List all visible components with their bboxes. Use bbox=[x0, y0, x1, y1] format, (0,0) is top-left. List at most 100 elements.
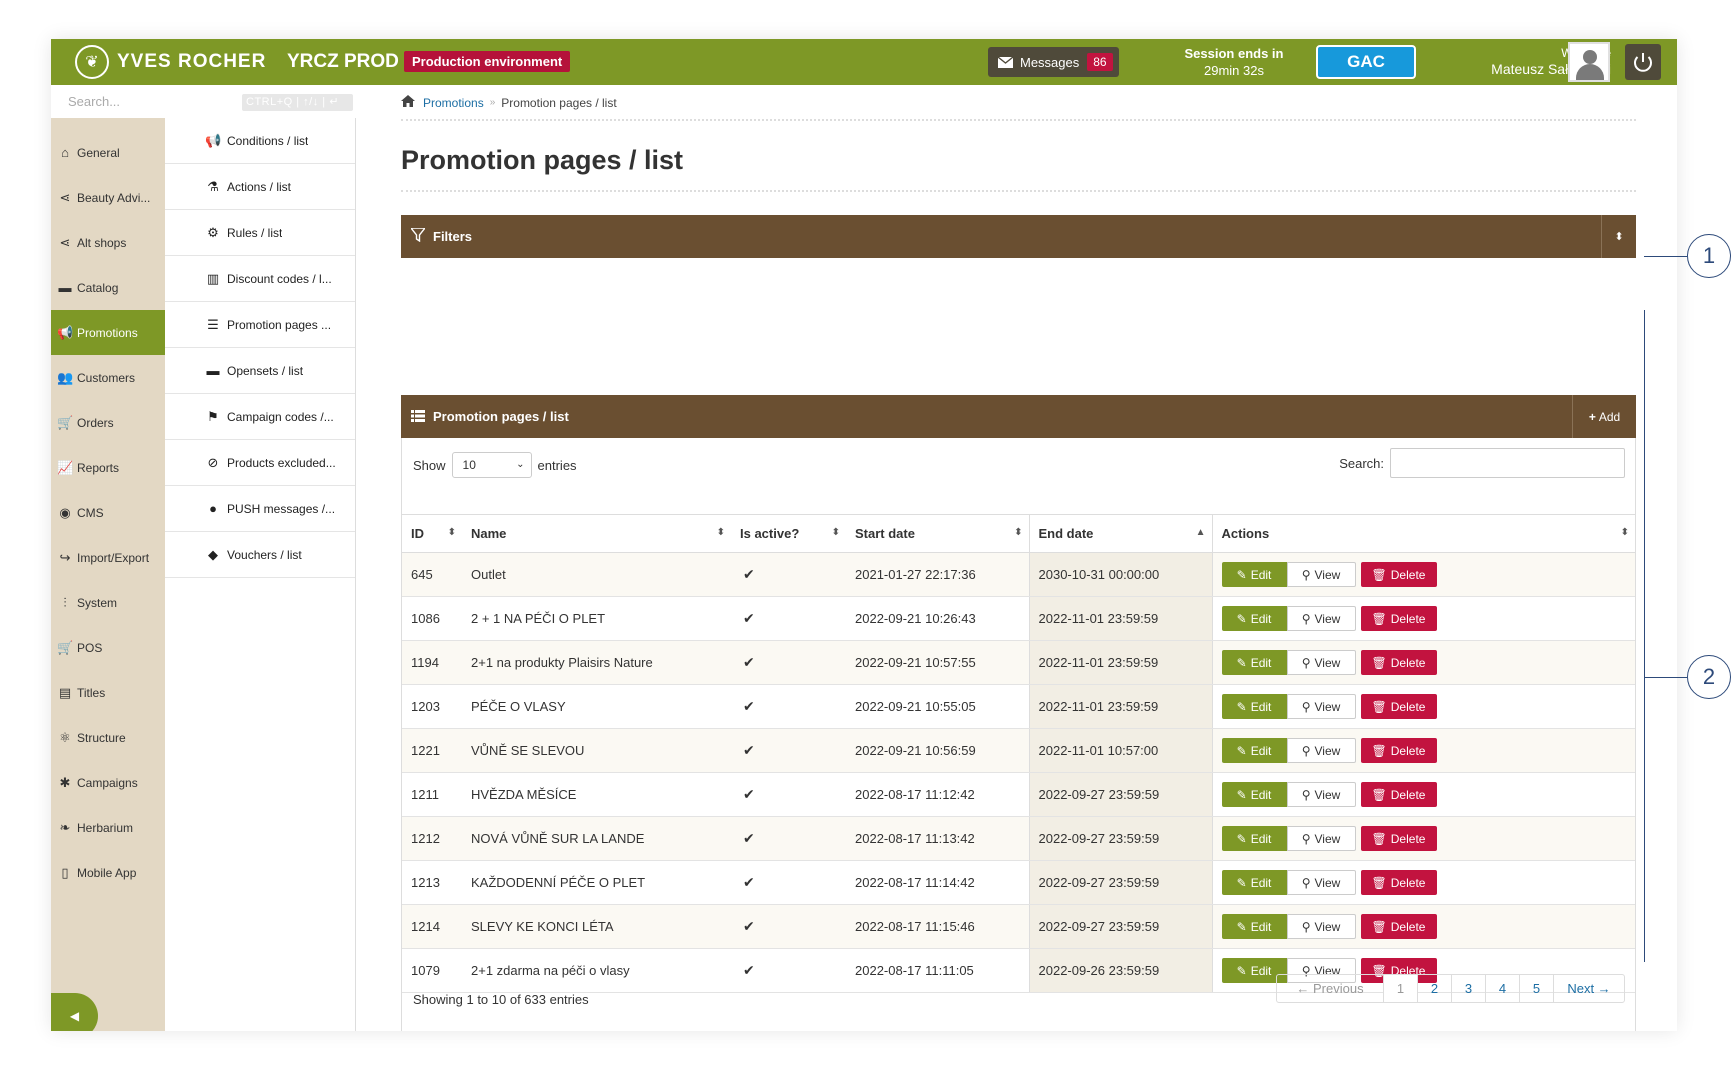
avatar[interactable] bbox=[1568, 42, 1610, 82]
edit-button[interactable]: ✎ Edit bbox=[1221, 694, 1287, 719]
sidebar-item-label: Catalog bbox=[77, 280, 119, 295]
sidebar-item-label: Titles bbox=[77, 685, 106, 700]
edit-button[interactable]: ✎ Edit bbox=[1221, 870, 1287, 895]
sidebar-item-promotions[interactable]: 📢 Promotions bbox=[51, 310, 165, 355]
share-arrow-icon: ↪ bbox=[59, 549, 71, 565]
sidebar-item-reports[interactable]: 📈 Reports bbox=[51, 445, 165, 490]
delete-button[interactable]: 🗑 Delete bbox=[1360, 870, 1437, 895]
power-icon[interactable] bbox=[1625, 44, 1661, 80]
submenu-item-6[interactable]: ▬ Opensets / list bbox=[165, 348, 355, 394]
page-button-5[interactable]: 5 bbox=[1520, 975, 1554, 1002]
gac-button[interactable]: GAC bbox=[1316, 45, 1416, 79]
view-button[interactable]: ⚲ View bbox=[1286, 870, 1356, 895]
sidebar-item-orders[interactable]: 🛒 Orders bbox=[51, 400, 165, 445]
view-button[interactable]: ⚲ View bbox=[1286, 782, 1356, 807]
view-button[interactable]: ⚲ View bbox=[1286, 914, 1356, 939]
messages-button[interactable]: Messages 86 bbox=[988, 47, 1119, 77]
search-icon: ⚲ bbox=[1301, 611, 1311, 626]
view-button[interactable]: ⚲ View bbox=[1286, 694, 1356, 719]
delete-button[interactable]: 🗑 Delete bbox=[1360, 694, 1437, 719]
delete-button[interactable]: 🗑 Delete bbox=[1360, 606, 1437, 631]
submenu-item-10[interactable]: ◆ Vouchers / list bbox=[165, 532, 355, 578]
sidebar-item-system[interactable]: ⫶ System bbox=[51, 580, 165, 625]
column-header-is-active[interactable]: Is active? ⬍ bbox=[731, 514, 846, 553]
view-button[interactable]: ⚲ View bbox=[1286, 826, 1356, 851]
submenu-item-9[interactable]: ● PUSH messages /... bbox=[165, 486, 355, 532]
sidebar-item-structure[interactable]: ⚛ Structure bbox=[51, 715, 165, 760]
sidebar-item-pos[interactable]: 🛒 POS bbox=[51, 625, 165, 670]
sidebar-item-titles[interactable]: ▤ Titles bbox=[51, 670, 165, 715]
column-header-name[interactable]: Name ⬍ bbox=[462, 514, 731, 553]
sidebar-item-import-export[interactable]: ↪ Import/Export bbox=[51, 535, 165, 580]
submenu-item-label: Discount codes / l... bbox=[227, 271, 332, 286]
edit-button[interactable]: ✎ Edit bbox=[1221, 562, 1287, 587]
submenu-item-5[interactable]: ☰ Promotion pages ... bbox=[165, 302, 355, 348]
sidebar-item-general[interactable]: ⌂ General bbox=[51, 130, 165, 175]
delete-button[interactable]: 🗑 Delete bbox=[1360, 738, 1437, 763]
sidebar-item-label: Import/Export bbox=[77, 550, 150, 565]
column-header-start-date[interactable]: Start date ⬍ bbox=[846, 514, 1029, 553]
edit-button[interactable]: ✎ Edit bbox=[1221, 914, 1287, 939]
table-row: 1212 NOVÁ VŮNĚ SUR LA LANDE ✔ 2022-08-17 11… bbox=[402, 816, 1635, 861]
edit-button[interactable]: ✎ Edit bbox=[1221, 650, 1287, 675]
column-header-actions[interactable]: Actions ⬍ bbox=[1212, 514, 1635, 553]
submenu-item-1[interactable]: 📢 Conditions / list bbox=[165, 118, 355, 164]
cell-id: 1086 bbox=[402, 596, 462, 641]
trash-icon: 🗑 bbox=[1371, 699, 1387, 714]
view-button[interactable]: ⚲ View bbox=[1286, 606, 1356, 631]
sidebar-item-alt-shops[interactable]: ⋖ Alt shops bbox=[51, 220, 165, 265]
column-header-id[interactable]: ID ⬍ bbox=[402, 514, 462, 553]
sidebar-item-campaigns[interactable]: ✱ Campaigns bbox=[51, 760, 165, 805]
filters-panel-header[interactable]: Filters ⬍ bbox=[401, 215, 1636, 258]
next-page-button[interactable]: Next → bbox=[1554, 975, 1624, 1002]
breadcrumb-link-promotions[interactable]: Promotions bbox=[423, 96, 484, 110]
page-button-1[interactable]: 1 bbox=[1384, 975, 1418, 1002]
sidebar-item-label: Orders bbox=[77, 415, 114, 430]
pencil-icon: ✎ bbox=[1236, 567, 1247, 582]
sidebar-item-cms[interactable]: ◉ CMS bbox=[51, 490, 165, 535]
view-button[interactable]: ⚲ View bbox=[1286, 562, 1356, 587]
submenu-item-7[interactable]: ⚑ Campaign codes /... bbox=[165, 394, 355, 440]
edit-button[interactable]: ✎ Edit bbox=[1221, 738, 1287, 763]
column-header-end-date[interactable]: End date ▲ bbox=[1028, 514, 1213, 553]
home-icon[interactable] bbox=[401, 95, 415, 110]
delete-button[interactable]: 🗑 Delete bbox=[1360, 914, 1437, 939]
sidebar-item-herbarium[interactable]: ❧ Herbarium bbox=[51, 805, 165, 850]
submenu-item-4[interactable]: ▥ Discount codes / l... bbox=[165, 256, 355, 302]
cell-end-date: 2022-11-01 23:59:59 bbox=[1028, 684, 1213, 729]
page-button-2[interactable]: 2 bbox=[1418, 975, 1452, 1002]
logo[interactable]: ❦ YVES ROCHER bbox=[75, 45, 266, 79]
page-button-4[interactable]: 4 bbox=[1486, 975, 1520, 1002]
cell-id: 1194 bbox=[402, 640, 462, 685]
delete-button[interactable]: 🗑 Delete bbox=[1360, 650, 1437, 675]
search-icon: ⚲ bbox=[1301, 699, 1311, 714]
menu-search-input[interactable]: Search... CTRL+Q | ↑/↓ | ↵ bbox=[51, 85, 356, 118]
delete-button[interactable]: 🗑 Delete bbox=[1360, 782, 1437, 807]
previous-page-button[interactable]: ← Previous bbox=[1277, 975, 1384, 1002]
submenu-item-2[interactable]: ⚗ Actions / list bbox=[165, 164, 355, 210]
submenu-item-3[interactable]: ⚙ Rules / list bbox=[165, 210, 355, 256]
delete-button[interactable]: 🗑 Delete bbox=[1360, 826, 1437, 851]
view-button[interactable]: ⚲ View bbox=[1286, 650, 1356, 675]
edit-button[interactable]: ✎ Edit bbox=[1221, 782, 1287, 807]
submenu-item-8[interactable]: ⊘ Products excluded... bbox=[165, 440, 355, 486]
sidebar-item-catalog[interactable]: ▬ Catalog bbox=[51, 265, 165, 310]
edit-button[interactable]: ✎ Edit bbox=[1221, 826, 1287, 851]
flask-icon: ⚗ bbox=[207, 179, 219, 194]
edit-button[interactable]: ✎ Edit bbox=[1221, 606, 1287, 631]
filters-toggle-icon[interactable]: ⬍ bbox=[1601, 215, 1636, 258]
cart-icon: 🛒 bbox=[57, 414, 74, 430]
sidebar-item-beauty-advi[interactable]: ⋖ Beauty Advi... bbox=[51, 175, 165, 220]
table-search-input[interactable] bbox=[1390, 448, 1625, 478]
delete-button[interactable]: 🗑 Delete bbox=[1360, 562, 1437, 587]
active-check-icon: ✔ bbox=[731, 772, 846, 817]
sidebar-item-mobile-app[interactable]: ▯ Mobile App bbox=[51, 850, 165, 895]
collapse-sidebar-button[interactable]: ◀ bbox=[51, 993, 98, 1031]
cell-id: 1211 bbox=[402, 772, 462, 817]
view-button[interactable]: ⚲ View bbox=[1286, 738, 1356, 763]
trash-icon: 🗑 bbox=[1371, 611, 1387, 626]
page-button-3[interactable]: 3 bbox=[1452, 975, 1486, 1002]
add-button[interactable]: + Add bbox=[1572, 395, 1636, 438]
entries-select[interactable]: 10 ⌄ bbox=[451, 452, 532, 478]
sidebar-item-customers[interactable]: 👥 Customers bbox=[51, 355, 165, 400]
